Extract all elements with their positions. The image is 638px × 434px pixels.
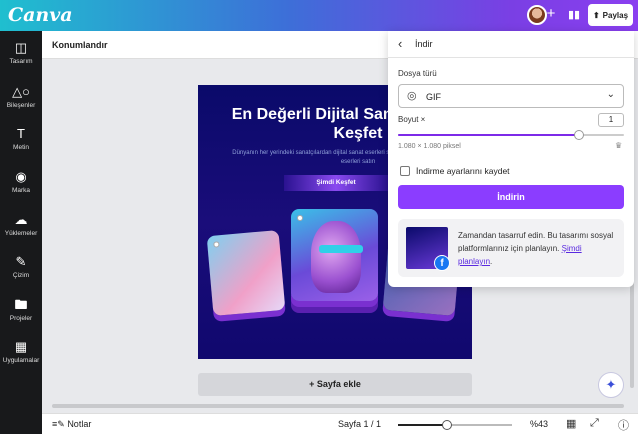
promo-text-body: Zamandan tasarruf edin. Bu tasarımı sosy… bbox=[458, 231, 614, 253]
size-input[interactable]: 1 bbox=[598, 113, 624, 127]
promo-text: Zamandan tasarruf edin. Bu tasarımı sosy… bbox=[458, 229, 618, 268]
grid-view-icon[interactable]: ▦ bbox=[566, 417, 576, 430]
canva-logo[interactable]: Canva bbox=[8, 4, 73, 26]
panel-title: İndir bbox=[415, 39, 433, 49]
pixel-info: 1.080 × 1.080 piksel bbox=[398, 143, 461, 150]
position-button[interactable]: Konumlandır bbox=[52, 40, 108, 50]
zoom-slider-fill bbox=[398, 424, 448, 426]
size-slider-fill bbox=[398, 134, 579, 136]
folder-icon: 🖿 bbox=[14, 297, 28, 312]
card-dot bbox=[213, 241, 220, 248]
save-settings-label[interactable]: İndirme ayarlarını kaydet bbox=[416, 166, 510, 176]
sidebar-item-label: Marka bbox=[11, 187, 31, 194]
sidebar-item-label: Projeler bbox=[9, 315, 33, 322]
top-bar: Canva + ▮▮ ⬆ Paylaş bbox=[0, 0, 638, 31]
download-button[interactable]: İndirin bbox=[398, 185, 624, 209]
schedule-promo: f Zamandan tasarruf edin. Bu tasarımı so… bbox=[398, 219, 624, 277]
layout-icon: ◫ bbox=[14, 40, 28, 55]
gif-icon: ◎ bbox=[407, 90, 417, 102]
share-button[interactable]: ⬆ Paylaş bbox=[588, 4, 633, 26]
sidebar-item-label: Uygulamalar bbox=[2, 357, 40, 364]
magic-assistant-icon[interactable]: ✦ bbox=[598, 372, 624, 398]
footer-bar: ≡✎ Notlar Sayfa 1 / 1 %43 ▦ ⤢ ⓘ bbox=[42, 413, 638, 434]
sidebar-item-label: Bileşenler bbox=[6, 102, 36, 109]
file-type-select[interactable]: ◎ GIF ⌄ bbox=[398, 84, 624, 108]
glasses-image bbox=[319, 245, 363, 253]
file-type-label: Dosya türü bbox=[398, 69, 437, 78]
sidebar-item-label: Metin bbox=[13, 144, 29, 151]
size-slider-knob[interactable] bbox=[573, 130, 584, 140]
sidebar-item-elements[interactable]: △○ Bileşenler bbox=[0, 79, 42, 119]
plus-icon[interactable]: + bbox=[544, 6, 558, 21]
help-icon[interactable]: ⓘ bbox=[618, 417, 629, 433]
page-indicator[interactable]: Sayfa 1 / 1 bbox=[338, 419, 381, 429]
sidebar-item-draw[interactable]: ✎ Çizim bbox=[0, 249, 42, 289]
artwork-card-bust[interactable] bbox=[291, 209, 378, 301]
card-dot bbox=[297, 215, 303, 221]
sidebar-item-text[interactable]: T Metin bbox=[0, 121, 42, 161]
bust-image bbox=[311, 221, 361, 293]
notes-label: Notlar bbox=[67, 419, 92, 429]
sidebar-item-label: Çizim bbox=[12, 272, 30, 279]
stats-icon[interactable]: ▮▮ bbox=[564, 5, 584, 25]
sidebar-item-projects[interactable]: 🖿 Projeler bbox=[0, 292, 42, 332]
horizontal-scrollbar[interactable] bbox=[42, 402, 632, 410]
zoom-slider[interactable] bbox=[398, 420, 512, 430]
share-icon: ⬆ bbox=[592, 10, 600, 20]
zoom-slider-knob[interactable] bbox=[442, 420, 453, 430]
crown-icon: ♛ bbox=[615, 141, 623, 150]
shapes-icon: △○ bbox=[12, 84, 30, 99]
zoom-value[interactable]: %43 bbox=[530, 419, 548, 429]
save-settings-checkbox[interactable] bbox=[400, 166, 410, 176]
back-chevron-icon[interactable]: ‹ bbox=[398, 36, 402, 51]
artwork-card-flowers[interactable] bbox=[206, 230, 286, 316]
download-panel: ‹ İndir Dosya türü ◎ GIF ⌄ Boyut × 1 1.0… bbox=[388, 31, 634, 287]
facebook-icon: f bbox=[434, 255, 450, 271]
sidebar-item-uploads[interactable]: ☁ Yüklemeler bbox=[0, 207, 42, 247]
notes-button[interactable]: ≡✎ Notlar bbox=[52, 419, 91, 430]
sidebar-item-label: Yüklemeler bbox=[4, 230, 38, 237]
pen-icon: ✎ bbox=[15, 254, 27, 269]
sidebar-item-brand[interactable]: ◉ Marka bbox=[0, 164, 42, 204]
canvas-cta-button[interactable]: Şimdi Keşfet bbox=[284, 175, 388, 191]
apps-icon: ▦ bbox=[14, 339, 28, 354]
notes-icon: ≡✎ bbox=[52, 419, 65, 429]
fullscreen-icon[interactable]: ⤢ bbox=[590, 417, 599, 430]
size-slider[interactable] bbox=[398, 130, 624, 140]
panel-header: ‹ İndir bbox=[388, 31, 634, 58]
left-sidebar: ◫ Tasarım △○ Bileşenler T Metin ◉ Marka … bbox=[0, 31, 42, 434]
sidebar-item-label: Tasarım bbox=[9, 58, 33, 65]
cloud-upload-icon: ☁ bbox=[14, 212, 28, 227]
chevron-down-icon: ⌄ bbox=[606, 89, 615, 100]
share-button-label: Paylaş bbox=[602, 10, 629, 20]
sidebar-item-design[interactable]: ◫ Tasarım bbox=[0, 35, 42, 75]
file-type-value: GIF bbox=[426, 92, 441, 102]
add-page-button[interactable]: + Sayfa ekle bbox=[198, 373, 472, 396]
promo-text-period: . bbox=[490, 257, 493, 266]
text-icon: T bbox=[17, 126, 25, 141]
size-label: Boyut × bbox=[398, 115, 426, 124]
brand-icon: ◉ bbox=[15, 169, 27, 184]
sidebar-item-apps[interactable]: ▦ Uygulamalar bbox=[0, 334, 42, 374]
scrollbar-thumb[interactable] bbox=[52, 404, 624, 408]
